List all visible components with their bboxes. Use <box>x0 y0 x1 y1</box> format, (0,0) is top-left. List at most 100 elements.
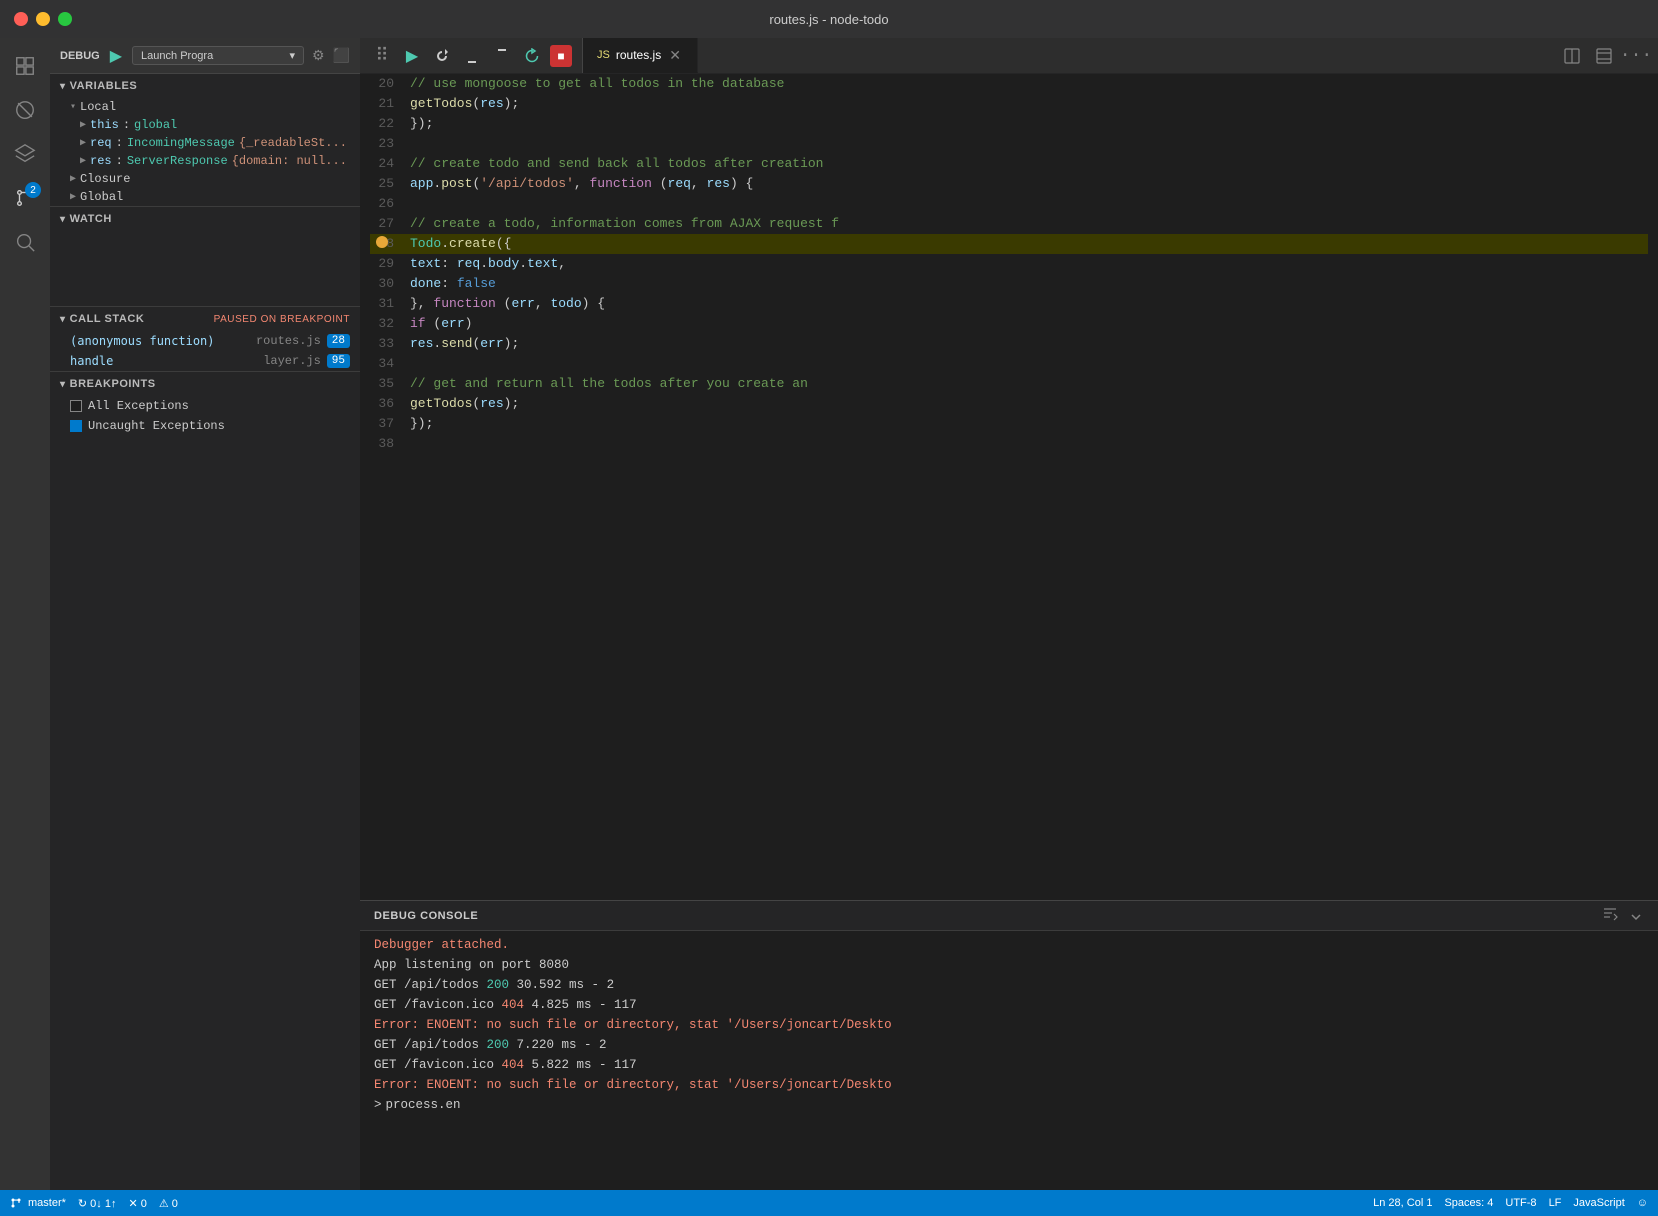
status-face[interactable]: ☺ <box>1637 1197 1648 1209</box>
local-scope[interactable]: ▾ Local <box>50 98 360 116</box>
code-line-29: 29 text: req.body.text, <box>370 254 1648 274</box>
window-controls[interactable] <box>14 12 72 26</box>
close-button[interactable] <box>14 12 28 26</box>
bp-uncaught-exceptions[interactable]: Uncaught Exceptions <box>50 416 360 436</box>
git-badge: 2 <box>25 182 41 198</box>
no-symbol-icon[interactable] <box>5 90 45 130</box>
console-line-listening: App listening on port 8080 <box>374 955 1644 975</box>
git-icon[interactable]: 2 <box>5 178 45 218</box>
collapse-console-icon[interactable] <box>1628 905 1644 926</box>
debug-settings-button[interactable]: ⚙ <box>312 47 325 64</box>
code-line-32: 32 if (err) <box>370 314 1648 334</box>
branch-name: master* <box>28 1197 66 1209</box>
status-branch[interactable]: master* <box>10 1197 66 1209</box>
call-stack-section: ▾ CALL STACK PAUSED ON BREAKPOINT (anony… <box>50 306 360 371</box>
watch-header[interactable]: ▾ WATCH <box>50 207 360 231</box>
step-into-button[interactable] <box>460 44 484 68</box>
var-this[interactable]: ▶ this: global <box>50 116 360 134</box>
maximize-button[interactable] <box>58 12 72 26</box>
code-line-20: 20 // use mongoose to get all todos in t… <box>370 74 1648 94</box>
step-over-button[interactable] <box>430 44 454 68</box>
close-tab-button[interactable]: ✕ <box>667 47 683 64</box>
debug-toolbar: DEBUG ▶ Launch Progra ▾ ⚙ ⬛ <box>50 38 360 74</box>
console-input-line[interactable]: > process.en <box>374 1095 1644 1115</box>
six-dots-button[interactable]: ⠿ <box>370 44 394 68</box>
bp-checkbox-all[interactable] <box>70 400 82 412</box>
tab-and-debug-bar: ⠿ ▶ <box>360 38 1658 74</box>
status-bar: master* ↻ 0↓ 1↑ ✕ 0 ⚠ 0 Ln 28, Col 1 Spa… <box>0 1190 1658 1216</box>
code-line-23: 23 <box>370 134 1648 154</box>
code-line-34: 34 <box>370 354 1648 374</box>
console-input[interactable]: process.en <box>386 1095 461 1115</box>
console-title: DEBUG CONSOLE <box>374 910 478 922</box>
code-line-27: 27 // create a todo, information comes f… <box>370 214 1648 234</box>
global-scope[interactable]: ▶ Global <box>50 188 360 206</box>
code-line-36: 36 getTodos(res); <box>370 394 1648 414</box>
closure-scope[interactable]: ▶ Closure <box>50 170 360 188</box>
console-line-get2: GET /api/todos 200 7.220 ms - 2 <box>374 1035 1644 1055</box>
call-stack-header[interactable]: ▾ CALL STACK PAUSED ON BREAKPOINT <box>50 307 360 331</box>
watch-body <box>50 231 360 301</box>
bp-all-exceptions[interactable]: All Exceptions <box>50 396 360 416</box>
layers-icon[interactable] <box>5 134 45 174</box>
restart-button[interactable] <box>520 44 544 68</box>
console-header: DEBUG CONSOLE <box>360 901 1658 931</box>
breakpoint-dot <box>376 236 388 248</box>
more-actions-icon[interactable]: ··· <box>1624 44 1648 68</box>
console-line-error1: Error: ENOENT: no such file or directory… <box>374 1015 1644 1035</box>
debug-label: DEBUG <box>60 50 100 62</box>
code-line-33: 33 res.send(err); <box>370 334 1648 354</box>
status-spaces[interactable]: Spaces: 4 <box>1444 1197 1493 1209</box>
status-line-ending[interactable]: LF <box>1549 1197 1562 1209</box>
clear-console-icon[interactable] <box>1602 905 1618 926</box>
explorer-icon[interactable] <box>5 46 45 86</box>
tab-label: routes.js <box>616 48 661 62</box>
status-sync[interactable]: ↻ 0↓ 1↑ <box>78 1197 117 1210</box>
debug-console: DEBUG CONSOLE <box>360 900 1658 1190</box>
js-file-icon: JS <box>597 49 610 61</box>
stop-button[interactable]: ■ <box>550 45 572 67</box>
stack-item-anonymous[interactable]: (anonymous function) routes.js 28 <box>50 331 360 351</box>
status-position[interactable]: Ln 28, Col 1 <box>1373 1197 1432 1209</box>
code-line-35: 35 // get and return all the todos after… <box>370 374 1648 394</box>
var-res[interactable]: ▶ res: ServerResponse {domain: null... <box>50 152 360 170</box>
minimize-button[interactable] <box>36 12 50 26</box>
code-line-24: 24 // create todo and send back all todo… <box>370 154 1648 174</box>
start-debug-button[interactable]: ▶ <box>108 44 124 68</box>
search-icon[interactable] <box>5 222 45 262</box>
status-right: Ln 28, Col 1 Spaces: 4 UTF-8 LF JavaScri… <box>1373 1197 1648 1209</box>
code-line-38: 38 <box>370 434 1648 454</box>
layout-icon[interactable] <box>1592 44 1616 68</box>
code-line-22: 22 }); <box>370 114 1648 134</box>
step-out-button[interactable] <box>490 44 514 68</box>
bp-checkbox-uncaught[interactable] <box>70 420 82 432</box>
code-line-25: 25 app.post('/api/todos', function (req,… <box>370 174 1648 194</box>
tab-routes-js[interactable]: JS routes.js ✕ <box>583 38 698 73</box>
debug-config-selector[interactable]: Launch Progra ▾ <box>132 46 304 65</box>
console-body[interactable]: Debugger attached. App listening on port… <box>360 931 1658 1190</box>
code-editor[interactable]: 20 // use mongoose to get all todos in t… <box>360 74 1658 900</box>
stack-item-handle[interactable]: handle layer.js 95 <box>50 351 360 371</box>
variables-section: ▾ VARIABLES ▾ Local ▶ this: global ▶ req… <box>50 74 360 206</box>
tabs-row: JS routes.js ✕ <box>583 38 1550 73</box>
console-icons <box>1602 905 1644 926</box>
code-line-37: 37 }); <box>370 414 1648 434</box>
status-language[interactable]: JavaScript <box>1573 1197 1624 1209</box>
debug-terminal-button[interactable]: ⬛ <box>333 47 350 64</box>
variables-header[interactable]: ▾ VARIABLES <box>50 74 360 98</box>
title-bar: routes.js - node-todo <box>0 0 1658 38</box>
breakpoints-header[interactable]: ▾ BREAKPOINTS <box>50 372 360 396</box>
var-req[interactable]: ▶ req: IncomingMessage {_readableSt... <box>50 134 360 152</box>
code-line-30: 30 done: false <box>370 274 1648 294</box>
split-editor-icon[interactable] <box>1560 44 1584 68</box>
code-lines: 20 // use mongoose to get all todos in t… <box>360 74 1658 900</box>
status-warnings[interactable]: ⚠ 0 <box>159 1197 178 1210</box>
status-errors[interactable]: ✕ 0 <box>128 1197 146 1210</box>
status-encoding[interactable]: UTF-8 <box>1505 1197 1536 1209</box>
console-line-attached: Debugger attached. <box>374 935 1644 955</box>
activity-bar: 2 <box>0 38 50 1190</box>
paused-badge: PAUSED ON BREAKPOINT <box>214 314 350 325</box>
continue-button[interactable]: ▶ <box>400 44 424 68</box>
console-line-get1: GET /api/todos 200 30.592 ms - 2 <box>374 975 1644 995</box>
code-line-21: 21 getTodos(res); <box>370 94 1648 114</box>
